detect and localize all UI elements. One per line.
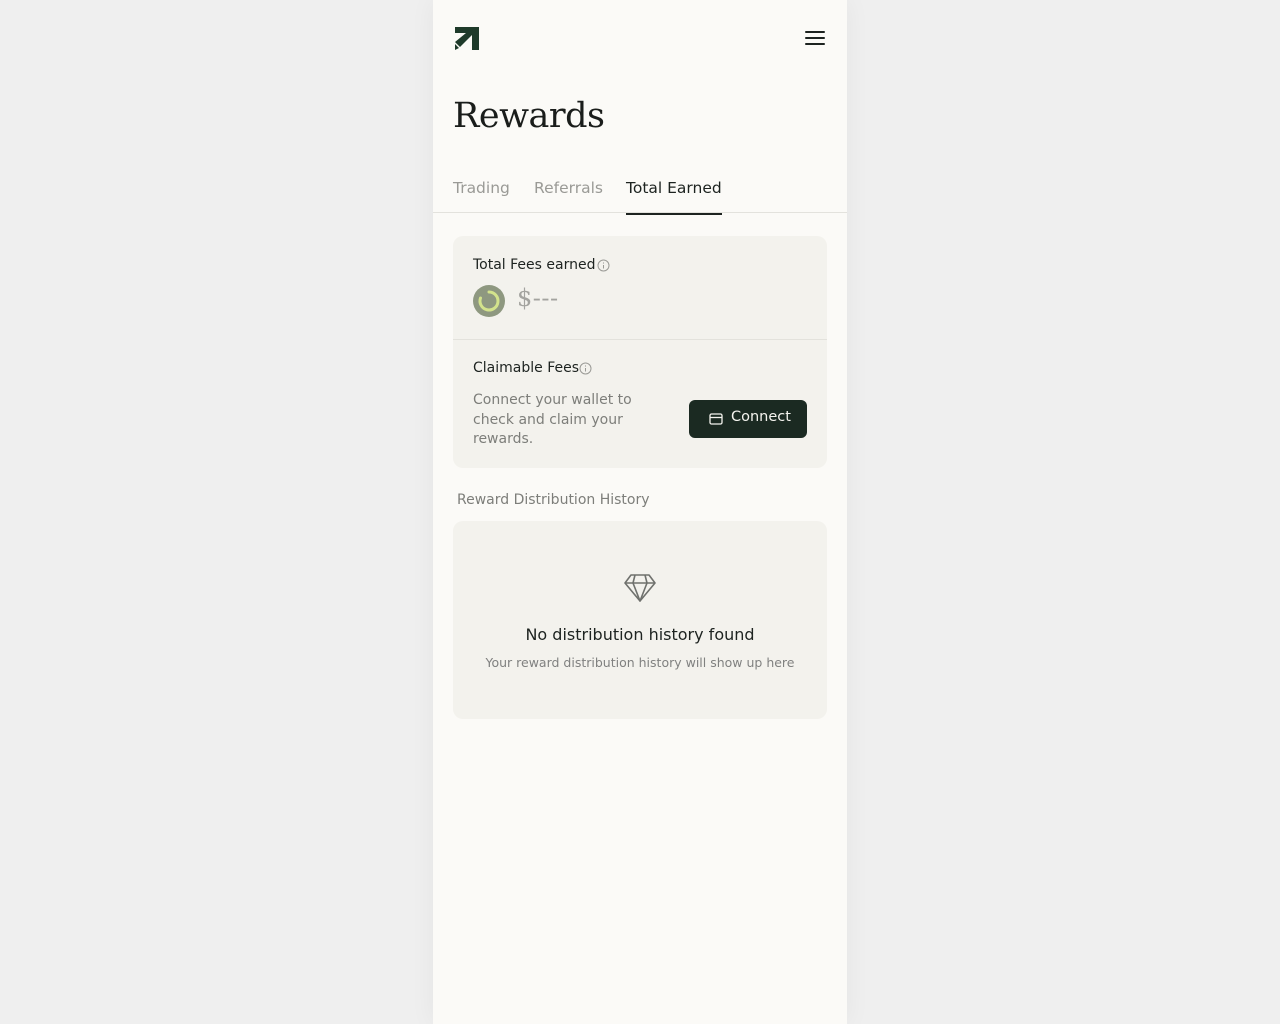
total-fees-value: $---: [517, 284, 559, 312]
wallet-icon: [709, 413, 723, 425]
fees-card: Total Fees earned $--- Claimable Fees Co…: [453, 236, 827, 468]
hamburger-menu-icon[interactable]: [803, 28, 827, 48]
claimable-fees-label: Claimable Fees: [473, 360, 579, 376]
total-fees-label: Total Fees earned: [473, 257, 596, 273]
claimable-description: Connect your wallet to check and claim y…: [473, 392, 632, 447]
tab-total-earned[interactable]: Total Earned: [626, 179, 722, 215]
history-empty-state: No distribution history found Your rewar…: [453, 521, 827, 719]
history-heading: Reward Distribution History: [457, 492, 650, 508]
card-divider: [453, 339, 827, 340]
tab-bar: Trading Referrals Total Earned: [433, 170, 847, 215]
empty-state-subtitle: Your reward distribution history will sh…: [485, 655, 795, 670]
loading-spinner-icon: [473, 285, 505, 317]
connect-wallet-button[interactable]: Connect: [689, 400, 807, 438]
app-container: Rewards Trading Referrals Total Earned T…: [433, 0, 847, 1024]
empty-state-title: No distribution history found: [525, 625, 755, 644]
tab-trading[interactable]: Trading: [453, 179, 510, 213]
diamond-icon: [624, 574, 656, 602]
info-icon[interactable]: [579, 362, 592, 375]
tab-referrals[interactable]: Referrals: [534, 179, 603, 213]
info-icon[interactable]: [597, 259, 610, 272]
top-bar: [433, 0, 847, 76]
connect-button-label: Connect: [731, 409, 791, 425]
brand-logo-icon[interactable]: [455, 27, 479, 50]
page-title: Rewards: [453, 96, 605, 136]
